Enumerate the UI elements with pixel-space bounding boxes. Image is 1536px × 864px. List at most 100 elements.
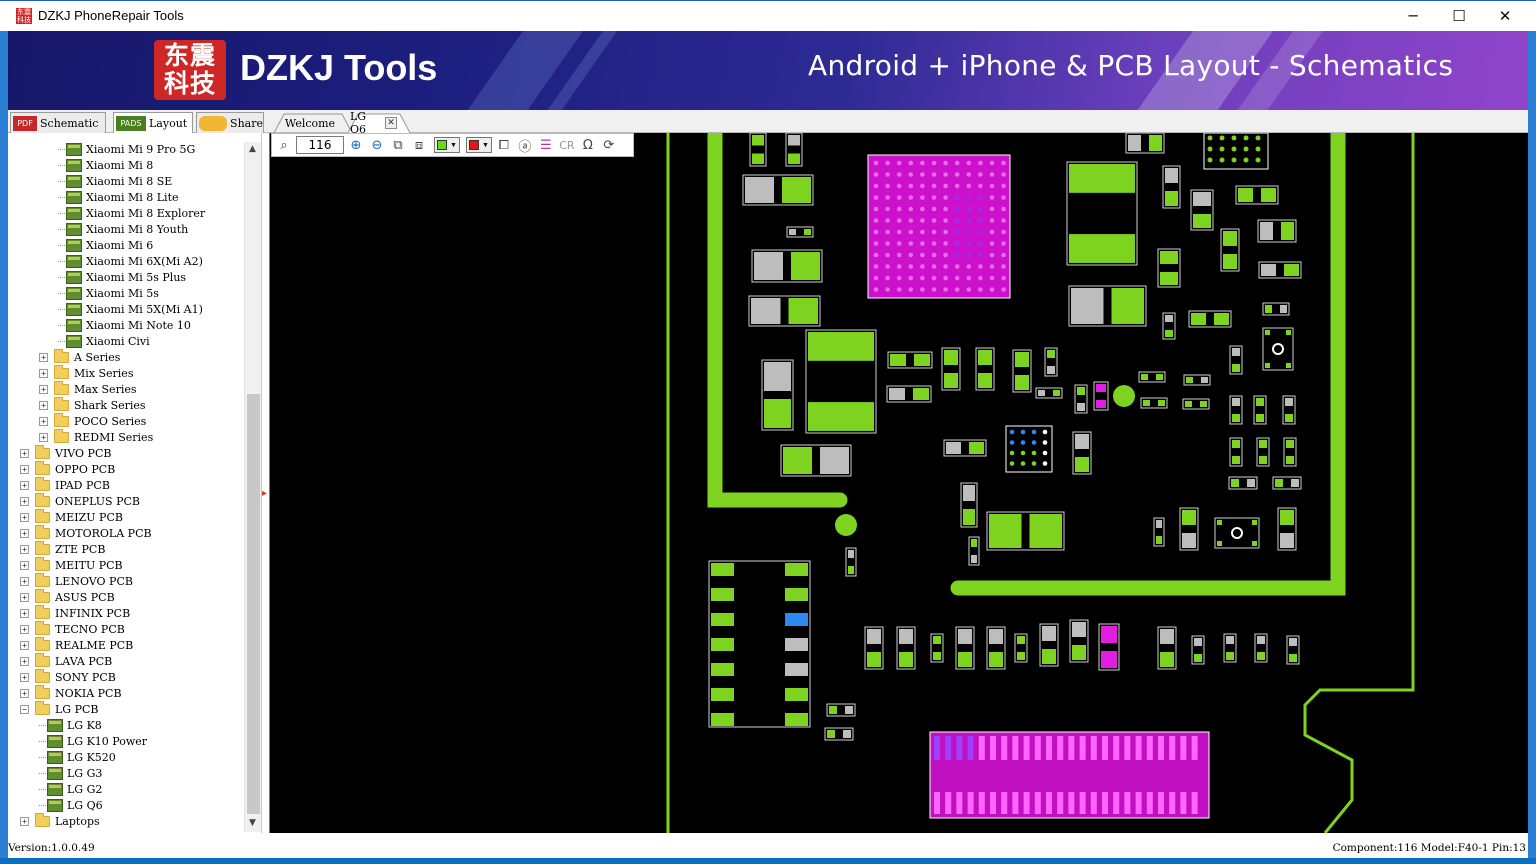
tree-folder[interactable]: + LAVA PCB bbox=[20, 652, 112, 669]
omega-icon[interactable]: Ω bbox=[579, 136, 597, 154]
tab-schematic[interactable]: PDF Schematic bbox=[10, 112, 106, 133]
tree-folder[interactable]: + ONEPLUS PCB bbox=[20, 492, 140, 509]
collapse-panel-icon[interactable]: ▸ bbox=[262, 488, 268, 500]
tree-folder[interactable]: + ZTE PCB bbox=[20, 540, 105, 557]
tree-item[interactable]: LG G2 bbox=[39, 781, 102, 797]
expand-icon[interactable]: + bbox=[20, 464, 29, 474]
tree-folder[interactable]: + VIVO PCB bbox=[20, 444, 111, 461]
cr-button[interactable]: CR bbox=[558, 136, 576, 154]
tree-folder[interactable]: + NOKIA PCB bbox=[20, 684, 122, 701]
expand-icon[interactable]: + bbox=[20, 560, 29, 570]
tree-item[interactable]: Xiaomi Mi 5X(Mi A1) bbox=[58, 301, 203, 317]
tree-item[interactable]: Xiaomi Mi 8 bbox=[58, 157, 153, 173]
tree-folder[interactable]: + MOTOROLA PCB bbox=[20, 524, 152, 541]
maximize-button[interactable]: ☐ bbox=[1436, 1, 1482, 31]
bga-ball bbox=[1001, 195, 1006, 200]
expand-icon[interactable]: + bbox=[20, 528, 29, 538]
expand-icon[interactable]: + bbox=[39, 352, 48, 362]
zoom-in-icon[interactable]: ⊕ bbox=[347, 136, 365, 154]
expand-icon[interactable]: + bbox=[20, 448, 29, 458]
tree-item[interactable]: Xiaomi Mi 9 Pro 5G bbox=[58, 141, 195, 157]
tree-item[interactable]: Xiaomi Mi Note 10 bbox=[58, 317, 191, 333]
tree-item[interactable]: LG K10 Power bbox=[39, 733, 147, 749]
pcb-canvas[interactable] bbox=[269, 133, 1528, 833]
zoom-input[interactable]: 116 bbox=[296, 136, 344, 154]
expand-icon[interactable]: + bbox=[20, 608, 29, 618]
minimize-button[interactable]: ─ bbox=[1390, 1, 1436, 31]
expand-icon[interactable]: + bbox=[39, 368, 48, 378]
pad bbox=[1265, 363, 1270, 368]
close-button[interactable]: ✕ bbox=[1482, 1, 1528, 31]
ic-icon[interactable]: ☰ bbox=[537, 136, 555, 154]
tree-item[interactable]: LG K520 bbox=[39, 749, 116, 765]
tree-folder[interactable]: + IPAD PCB bbox=[20, 476, 110, 493]
expand-icon[interactable]: + bbox=[20, 576, 29, 586]
expand-icon[interactable]: + bbox=[20, 656, 29, 666]
tree-item[interactable]: LG Q6 bbox=[39, 797, 103, 813]
tree-item[interactable]: Xiaomi Civi bbox=[58, 333, 150, 349]
bga-ball bbox=[989, 183, 995, 189]
tree-item[interactable]: Xiaomi Mi 6X(Mi A2) bbox=[58, 253, 203, 269]
expand-icon[interactable]: + bbox=[20, 496, 29, 506]
doc-tab-welcome[interactable]: Welcome bbox=[284, 113, 336, 133]
tree-item[interactable]: Xiaomi Mi 6 bbox=[58, 237, 153, 253]
tab-layout[interactable]: PADS Layout bbox=[113, 112, 193, 133]
flip-icon[interactable]: ⧈ bbox=[410, 136, 428, 154]
expand-icon[interactable]: + bbox=[39, 400, 48, 410]
pcb-layout-drawing[interactable] bbox=[270, 133, 1528, 833]
color-picker-bottom[interactable]: ▼ bbox=[465, 137, 492, 153]
expand-icon[interactable]: + bbox=[20, 688, 29, 698]
tree-folder[interactable]: + A Series bbox=[39, 348, 120, 365]
tree-item[interactable]: LG G3 bbox=[39, 765, 102, 781]
tree-folder[interactable]: + TECNO PCB bbox=[20, 620, 125, 637]
tree-folder[interactable]: + Max Series bbox=[39, 380, 137, 397]
tree-folder[interactable]: + REDMI Series bbox=[39, 428, 153, 445]
scroll-down-icon[interactable]: ▼ bbox=[249, 818, 256, 828]
tree-folder[interactable]: + Mix Series bbox=[39, 364, 133, 381]
tree-item[interactable]: Xiaomi Mi 8 Youth bbox=[58, 221, 188, 237]
scroll-up-icon[interactable]: ▲ bbox=[249, 144, 256, 154]
expand-icon[interactable]: + bbox=[20, 592, 29, 602]
tree-folder[interactable]: − LG PCB bbox=[20, 700, 99, 717]
tree-folder[interactable]: + SONY PCB bbox=[20, 668, 116, 685]
tree-item[interactable]: Xiaomi Mi 8 SE bbox=[58, 173, 172, 189]
expand-icon[interactable]: + bbox=[20, 816, 29, 826]
expand-icon[interactable]: + bbox=[20, 512, 29, 522]
tree-folder[interactable]: + MEITU PCB bbox=[20, 556, 123, 573]
tree-folder[interactable]: + INFINIX PCB bbox=[20, 604, 130, 621]
expand-icon[interactable]: + bbox=[20, 544, 29, 554]
scroll-thumb[interactable] bbox=[247, 394, 260, 814]
close-tab-icon[interactable]: ✕ bbox=[385, 117, 397, 129]
text-icon[interactable]: ⓐ bbox=[516, 136, 534, 155]
expand-icon[interactable]: + bbox=[20, 672, 29, 682]
doc-tab-lg-q6[interactable]: LG Q6 bbox=[350, 110, 384, 136]
tab-share[interactable]: Share bbox=[196, 112, 264, 133]
tree-scrollbar[interactable]: ▲ ▼ bbox=[244, 142, 261, 832]
expand-icon[interactable]: + bbox=[39, 384, 48, 394]
expand-icon[interactable]: + bbox=[20, 640, 29, 650]
zoom-out-icon[interactable]: ⊖ bbox=[368, 136, 386, 154]
tree-folder[interactable]: + Laptops bbox=[20, 812, 100, 829]
tree-folder[interactable]: + POCO Series bbox=[39, 412, 146, 429]
expand-icon[interactable]: + bbox=[20, 624, 29, 634]
layer-icon[interactable]: ⧠ bbox=[495, 136, 513, 154]
tree-folder[interactable]: + MEIZU PCB bbox=[20, 508, 123, 525]
tree-item[interactable]: LG K8 bbox=[39, 717, 102, 733]
tree-folder[interactable]: + LENOVO PCB bbox=[20, 572, 133, 589]
tree-folder[interactable]: + ASUS PCB bbox=[20, 588, 115, 605]
tree-item[interactable]: Xiaomi Mi 5s Plus bbox=[58, 269, 186, 285]
tree-item[interactable]: Xiaomi Mi 8 Explorer bbox=[58, 205, 205, 221]
tree-item[interactable]: Xiaomi Mi 8 Lite bbox=[58, 189, 179, 205]
tree-folder[interactable]: + REALME PCB bbox=[20, 636, 133, 653]
tree-folder[interactable]: + OPPO PCB bbox=[20, 460, 115, 477]
tree-item[interactable]: Xiaomi Mi 5s bbox=[58, 285, 159, 301]
expand-icon[interactable]: + bbox=[20, 480, 29, 490]
expand-icon[interactable]: + bbox=[39, 432, 48, 442]
collapse-icon[interactable]: − bbox=[20, 704, 29, 714]
expand-icon[interactable]: + bbox=[39, 416, 48, 426]
color-picker-top[interactable]: ▼ bbox=[434, 137, 460, 153]
search-icon[interactable]: ⌕ bbox=[275, 136, 293, 154]
fit-icon[interactable]: ⧉ bbox=[389, 136, 407, 154]
rotate-icon[interactable]: ⟳ bbox=[600, 136, 618, 154]
tree-folder[interactable]: + Shark Series bbox=[39, 396, 146, 413]
